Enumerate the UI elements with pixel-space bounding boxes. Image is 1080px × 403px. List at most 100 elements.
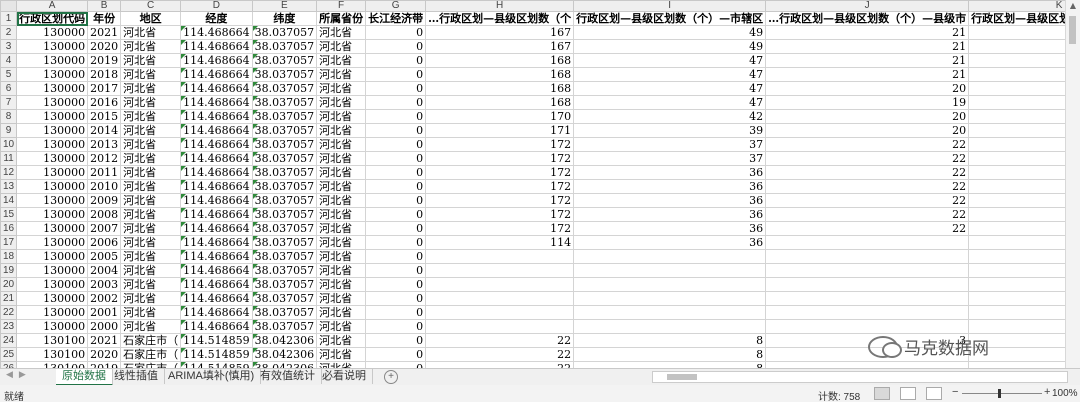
cell-k[interactable]: 91 [969,26,1080,40]
cell-c[interactable]: 河北省 [121,54,181,68]
sheet-tab[interactable]: 有效值统计 [254,369,322,384]
row-header[interactable]: 17 [1,236,17,250]
sheet-tab[interactable]: ARIMA填补(慎用) [162,369,261,384]
row-header[interactable]: 3 [1,40,17,54]
cell-b[interactable]: 2002 [88,292,121,306]
cell-f[interactable]: 河北省 [317,306,366,320]
cell-g[interactable]: 0 [366,138,426,152]
cell-b[interactable]: 2014 [88,124,121,138]
cell-c[interactable]: 河北省 [121,250,181,264]
cell-e[interactable]: 38.037057 [252,68,317,82]
cell-e[interactable]: 38.037057 [252,152,317,166]
cell-h[interactable]: 167 [426,40,574,54]
cell-f[interactable]: 河北省 [317,292,366,306]
cell-i[interactable]: 36 [574,208,766,222]
cell-g[interactable]: 0 [366,222,426,236]
cell-h[interactable]: 168 [426,96,574,110]
cell-b[interactable]: 2005 [88,250,121,264]
cell-d[interactable]: 114.468664 [181,124,252,138]
cell-i[interactable]: 8 [574,334,766,348]
cell-h[interactable]: 168 [426,54,574,68]
cell-c[interactable]: 河北省 [121,320,181,334]
cell-k[interactable]: 112 [969,124,1080,138]
cell-c[interactable]: 河北省 [121,222,181,236]
cell-b[interactable]: 2021 [88,26,121,40]
cell-i[interactable]: 47 [574,82,766,96]
cell-a[interactable]: 130000 [17,306,88,320]
cell-k[interactable]: 108 [969,110,1080,124]
cell-j[interactable] [766,264,969,278]
cell-k[interactable]: 101 [969,82,1080,96]
cell-a[interactable]: 130000 [17,250,88,264]
header-cell[interactable]: 长江经济带 [366,12,426,26]
cell-f[interactable]: 河北省 [317,82,366,96]
cell-g[interactable]: 0 [366,306,426,320]
cell-f[interactable]: 河北省 [317,348,366,362]
cell-j[interactable]: 21 [766,40,969,54]
cell-b[interactable]: 2010 [88,180,121,194]
header-cell[interactable]: 所属省份 [317,12,366,26]
cell-e[interactable]: 38.037057 [252,236,317,250]
cell-a[interactable]: 130000 [17,138,88,152]
cell-k[interactable] [969,292,1080,306]
cell-i[interactable] [574,320,766,334]
row-header[interactable]: 9 [1,124,17,138]
cell-h[interactable] [426,306,574,320]
cell-f[interactable]: 河北省 [317,124,366,138]
cell-f[interactable]: 河北省 [317,180,366,194]
column-header-e[interactable]: E [252,1,317,12]
cell-f[interactable]: 河北省 [317,40,366,54]
cell-h[interactable]: 172 [426,180,574,194]
cell-g[interactable]: 0 [366,334,426,348]
cell-j[interactable]: 22 [766,194,969,208]
cell-g[interactable]: 0 [366,348,426,362]
cell-h[interactable]: 172 [426,222,574,236]
cell-i[interactable]: 36 [574,236,766,250]
header-cell[interactable]: 行政区划—县级区划数（个）—市辖区 [574,12,766,26]
cell-g[interactable]: 0 [366,236,426,250]
cell-i[interactable]: 37 [574,152,766,166]
cell-j[interactable]: 19 [766,96,969,110]
cell-e[interactable]: 38.037057 [252,96,317,110]
row-header[interactable]: 21 [1,292,17,306]
cell-h[interactable] [426,278,574,292]
cell-d[interactable]: 114.468664 [181,278,252,292]
add-sheet-button[interactable]: + [384,370,398,384]
cell-e[interactable]: 38.042306 [252,348,317,362]
cell-e[interactable]: 38.037057 [252,208,317,222]
cell-i[interactable]: 39 [574,124,766,138]
cell-i[interactable]: 49 [574,40,766,54]
cell-h[interactable]: 168 [426,68,574,82]
page-break-view-button[interactable] [926,387,942,400]
cell-b[interactable]: 2004 [88,264,121,278]
cell-k[interactable]: 102 [969,96,1080,110]
cell-k[interactable]: 94 [969,54,1080,68]
cell-b[interactable]: 2013 [88,138,121,152]
cell-a[interactable]: 130000 [17,222,88,236]
cell-d[interactable]: 114.514859 [181,348,252,362]
cell-a[interactable]: 130000 [17,152,88,166]
cell-f[interactable]: 河北省 [317,110,366,124]
cell-f[interactable]: 河北省 [317,96,366,110]
cell-e[interactable]: 38.037057 [252,180,317,194]
cell-h[interactable]: 22 [426,334,574,348]
column-header-k[interactable]: K [969,1,1080,12]
cell-h[interactable]: 171 [426,124,574,138]
cell-h[interactable] [426,292,574,306]
cell-g[interactable]: 0 [366,110,426,124]
sheet-tab[interactable]: 线性插值 [108,369,165,384]
cell-b[interactable]: 2018 [88,68,121,82]
cell-e[interactable]: 38.037057 [252,278,317,292]
cell-i[interactable] [574,250,766,264]
normal-view-button[interactable] [874,387,890,400]
column-header-b[interactable]: B [88,1,121,12]
cell-h[interactable]: 22 [426,348,574,362]
cell-f[interactable]: 河北省 [317,26,366,40]
cell-a[interactable]: 130000 [17,68,88,82]
row-header[interactable]: 6 [1,82,17,96]
cell-i[interactable] [574,292,766,306]
cell-g[interactable]: 0 [366,54,426,68]
cell-e[interactable]: 38.037057 [252,222,317,236]
cell-e[interactable]: 38.037057 [252,306,317,320]
cell-b[interactable]: 2003 [88,278,121,292]
